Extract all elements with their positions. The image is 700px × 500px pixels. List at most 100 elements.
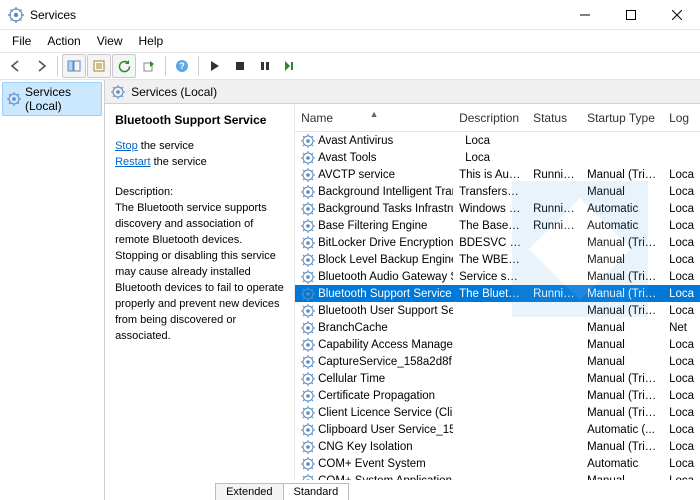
service-logon: Loca: [663, 441, 700, 453]
service-description: This is Audi...: [453, 169, 527, 181]
service-row[interactable]: Avast Antivirus Loca: [295, 132, 700, 149]
close-button[interactable]: [654, 0, 700, 30]
service-row[interactable]: Clipboard User Service_158a...Automatic …: [295, 421, 700, 438]
service-row[interactable]: Cellular TimeManual (Trig...Loca: [295, 370, 700, 387]
toolbar: ?: [0, 52, 700, 80]
service-row[interactable]: Block Level Backup Engine ...The WBENG..…: [295, 251, 700, 268]
service-status: Running: [527, 203, 581, 215]
service-logon: Loca: [663, 220, 700, 232]
export-icon[interactable]: [137, 54, 161, 78]
gear-icon: [301, 321, 315, 335]
column-status[interactable]: Status: [527, 111, 581, 125]
service-logon: Loca: [663, 339, 700, 351]
column-logon[interactable]: Log: [663, 111, 700, 125]
column-startup[interactable]: Startup Type: [581, 111, 663, 125]
gear-icon: [301, 202, 315, 216]
tab-standard[interactable]: Standard: [283, 483, 350, 500]
service-row[interactable]: Bluetooth Support ServiceThe Blueto...Ru…: [295, 285, 700, 302]
forward-icon[interactable]: [29, 54, 53, 78]
service-row[interactable]: Avast ToolsLoca: [295, 149, 700, 166]
service-name: Certificate Propagation: [318, 390, 435, 402]
gear-icon: [301, 440, 315, 454]
description-text: The Bluetooth service supports discovery…: [115, 201, 284, 344]
gear-icon: [301, 287, 315, 301]
gear-icon: [301, 168, 315, 182]
titlebar: Services: [0, 0, 700, 30]
service-row[interactable]: BranchCacheManualNet: [295, 319, 700, 336]
service-row[interactable]: Capability Access Manager ...ManualLoca: [295, 336, 700, 353]
content-header: Services (Local): [105, 80, 700, 104]
service-description: The WBENG...: [453, 254, 527, 266]
gear-icon: [7, 92, 21, 106]
service-row[interactable]: Bluetooth Audio Gateway S...Service sup.…: [295, 268, 700, 285]
service-description: BDESVC hos...: [453, 237, 527, 249]
service-row[interactable]: BitLocker Drive Encryption ...BDESVC hos…: [295, 234, 700, 251]
view-tabs: Extended Standard: [105, 480, 700, 500]
service-row[interactable]: Background Tasks Infrastruc...Windows in…: [295, 200, 700, 217]
service-row[interactable]: Client Licence Service (Clip...Manual (T…: [295, 404, 700, 421]
service-logon: Loca: [663, 390, 700, 402]
service-description: Transfers fil...: [453, 186, 527, 198]
service-status: Running: [527, 169, 581, 181]
service-startup: Manual: [581, 254, 663, 266]
restart-service-icon[interactable]: [278, 54, 302, 78]
service-description: The Base Fil...: [453, 220, 527, 232]
content-header-label: Services (Local): [131, 85, 217, 99]
restart-service-link[interactable]: Restart: [115, 156, 150, 168]
service-list: ▲Name Description Status Startup Type Lo…: [295, 104, 700, 480]
menu-action[interactable]: Action: [39, 32, 88, 50]
service-name: COM+ System Application: [318, 475, 452, 481]
service-description: Windows in...: [453, 203, 527, 215]
back-icon[interactable]: [4, 54, 28, 78]
minimize-button[interactable]: [562, 0, 608, 30]
gear-icon: [301, 219, 315, 233]
tab-extended[interactable]: Extended: [215, 483, 283, 500]
service-status: Running: [527, 220, 581, 232]
service-status: Running: [527, 288, 581, 300]
start-service-icon[interactable]: [203, 54, 227, 78]
service-logon: Loca: [663, 305, 700, 317]
stop-service-link[interactable]: Stop: [115, 140, 138, 152]
gear-icon: [301, 253, 315, 267]
service-row[interactable]: COM+ System ApplicationManualLoca: [295, 472, 700, 480]
service-logon: Loca: [663, 458, 700, 470]
service-logon: Loca: [663, 203, 700, 215]
service-name: Avast Antivirus: [318, 135, 393, 147]
service-logon: Loca: [459, 135, 521, 147]
service-description: The Blueto...: [453, 288, 527, 300]
service-startup: Manual (Trig...: [581, 373, 663, 385]
refresh-icon[interactable]: [112, 54, 136, 78]
service-name: Background Intelligent Tran...: [318, 186, 453, 198]
service-name: Background Tasks Infrastruc...: [318, 203, 453, 215]
service-row[interactable]: Certificate PropagationManual (Trig...Lo…: [295, 387, 700, 404]
service-row[interactable]: Background Intelligent Tran...Transfers …: [295, 183, 700, 200]
service-name: AVCTP service: [318, 169, 395, 181]
detail-pane: Bluetooth Support Service Stop the servi…: [105, 104, 295, 480]
column-name[interactable]: ▲Name: [295, 111, 453, 125]
service-name: CaptureService_158a2d8f: [318, 356, 452, 368]
menu-view[interactable]: View: [89, 32, 131, 50]
tree-root-services-local[interactable]: Services (Local): [2, 82, 102, 116]
service-logon: Loca: [663, 186, 700, 198]
gear-icon: [301, 270, 315, 284]
service-name: Base Filtering Engine: [318, 220, 427, 232]
menu-file[interactable]: File: [4, 32, 39, 50]
service-row[interactable]: Base Filtering Engine The Base Fil...Runn…: [295, 217, 700, 234]
service-logon: Loca: [663, 475, 700, 481]
maximize-button[interactable]: [608, 0, 654, 30]
service-row[interactable]: CNG Key IsolationManual (Trig...Loca: [295, 438, 700, 455]
menu-help[interactable]: Help: [131, 32, 172, 50]
service-row[interactable]: AVCTP serviceThis is Audi...RunningManua…: [295, 166, 700, 183]
column-description[interactable]: Description: [453, 111, 527, 125]
help-icon[interactable]: ?: [170, 54, 194, 78]
properties-icon[interactable]: [87, 54, 111, 78]
service-row[interactable]: Bluetooth User Support Ser...Manual (Tri…: [295, 302, 700, 319]
service-row[interactable]: CaptureService_158a2d8fManualLoca: [295, 353, 700, 370]
show-hide-tree-icon[interactable]: [62, 54, 86, 78]
stop-service-icon[interactable]: [228, 54, 252, 78]
service-logon: Loca: [663, 254, 700, 266]
service-row[interactable]: COM+ Event SystemAutomaticLoca: [295, 455, 700, 472]
service-logon: Net: [663, 322, 700, 334]
pause-service-icon[interactable]: [253, 54, 277, 78]
service-logon: Loca: [663, 424, 700, 436]
